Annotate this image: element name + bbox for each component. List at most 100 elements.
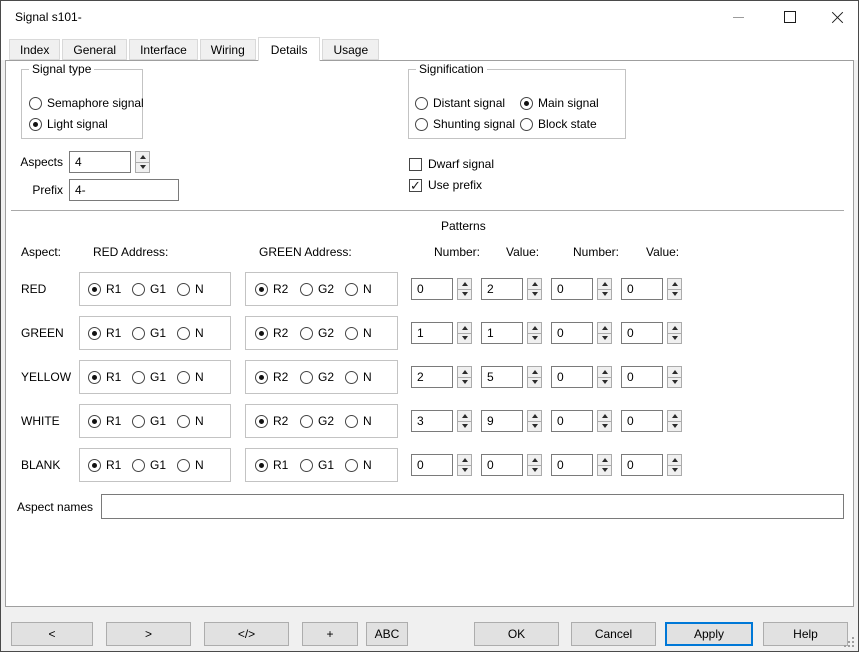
radio-option[interactable]: G2 [300, 282, 334, 296]
spin-down-icon[interactable] [667, 421, 682, 433]
radio-option[interactable]: R2 [255, 326, 288, 340]
radio-option[interactable]: G2 [300, 370, 334, 384]
number1-spinner[interactable] [457, 278, 472, 300]
number2-spinner[interactable] [597, 410, 612, 432]
number1-spinner[interactable] [457, 322, 472, 344]
add-button[interactable]: + [302, 622, 358, 646]
number1-input[interactable]: 1 [411, 322, 453, 344]
radio-option[interactable]: G2 [300, 326, 334, 340]
radio-option[interactable]: N [177, 326, 204, 340]
value1-spinner[interactable] [527, 322, 542, 344]
radio-option[interactable]: R1 [255, 458, 288, 472]
spin-down-icon[interactable] [527, 421, 542, 433]
value2-input[interactable]: 0 [621, 410, 663, 432]
value1-spinner[interactable] [527, 366, 542, 388]
radio-shunting-signal[interactable]: Shunting signal [415, 117, 515, 131]
spin-down-icon[interactable] [527, 377, 542, 389]
radio-option[interactable]: N [345, 458, 372, 472]
tab-index[interactable]: Index [9, 39, 60, 60]
radio-option[interactable]: G2 [300, 414, 334, 428]
number2-spinner[interactable] [597, 454, 612, 476]
number2-input[interactable]: 0 [551, 454, 593, 476]
value2-spinner[interactable] [667, 454, 682, 476]
number1-spinner[interactable] [457, 454, 472, 476]
spin-down-icon[interactable] [597, 289, 612, 301]
spin-down-icon[interactable] [667, 377, 682, 389]
cancel-button[interactable]: Cancel [571, 622, 656, 646]
number1-input[interactable]: 3 [411, 410, 453, 432]
spin-down-icon[interactable] [457, 333, 472, 345]
radio-option[interactable]: N [177, 414, 204, 428]
spin-down-icon[interactable] [527, 465, 542, 477]
number1-spinner[interactable] [457, 366, 472, 388]
close-button[interactable] [814, 1, 859, 33]
maximize-button[interactable] [767, 1, 813, 33]
spin-down-icon[interactable] [457, 377, 472, 389]
radio-option[interactable]: G1 [132, 282, 166, 296]
radio-main-signal[interactable]: Main signal [520, 96, 599, 110]
radio-option[interactable]: R2 [255, 370, 288, 384]
radio-option[interactable]: R1 [88, 370, 121, 384]
number2-input[interactable]: 0 [551, 410, 593, 432]
number1-input[interactable]: 0 [411, 454, 453, 476]
spin-down-icon[interactable] [667, 333, 682, 345]
value2-spinner[interactable] [667, 278, 682, 300]
value2-spinner[interactable] [667, 322, 682, 344]
value2-spinner[interactable] [667, 366, 682, 388]
radio-option[interactable]: G1 [300, 458, 334, 472]
spin-down-icon[interactable] [667, 289, 682, 301]
prev-button[interactable]: < [11, 622, 93, 646]
value1-spinner[interactable] [527, 454, 542, 476]
radio-option[interactable]: N [177, 282, 204, 296]
radio-distant-signal[interactable]: Distant signal [415, 96, 505, 110]
code-button[interactable]: </> [204, 622, 289, 646]
spin-down-icon[interactable] [527, 289, 542, 301]
spin-down-icon[interactable] [597, 465, 612, 477]
spin-down-icon[interactable] [667, 465, 682, 477]
abc-button[interactable]: ABC [366, 622, 408, 646]
radio-option[interactable]: G1 [132, 458, 166, 472]
value1-input[interactable]: 5 [481, 366, 523, 388]
value2-input[interactable]: 0 [621, 366, 663, 388]
help-button[interactable]: Help [763, 622, 848, 646]
minimize-button[interactable] [715, 1, 761, 33]
spin-down-icon[interactable] [597, 377, 612, 389]
number1-spinner[interactable] [457, 410, 472, 432]
tab-wiring[interactable]: Wiring [200, 39, 256, 60]
number2-input[interactable]: 0 [551, 322, 593, 344]
tab-interface[interactable]: Interface [129, 39, 198, 60]
radio-block-state[interactable]: Block state [520, 117, 597, 131]
tab-usage[interactable]: Usage [322, 39, 379, 60]
number2-input[interactable]: 0 [551, 278, 593, 300]
radio-option[interactable]: R1 [88, 282, 121, 296]
spin-down-icon[interactable] [457, 421, 472, 433]
number2-spinner[interactable] [597, 322, 612, 344]
prefix-input[interactable]: 4- [69, 179, 179, 201]
spin-down-icon[interactable] [597, 333, 612, 345]
tab-general[interactable]: General [62, 39, 127, 60]
spin-down-icon[interactable] [135, 162, 150, 174]
number2-input[interactable]: 0 [551, 366, 593, 388]
resize-grip[interactable] [852, 645, 854, 647]
value1-input[interactable]: 2 [481, 278, 523, 300]
radio-light-signal[interactable]: Light signal [29, 117, 108, 131]
radio-option[interactable]: R1 [88, 458, 121, 472]
aspects-spinner[interactable] [135, 151, 150, 173]
spin-down-icon[interactable] [457, 465, 472, 477]
value1-input[interactable]: 1 [481, 322, 523, 344]
radio-option[interactable]: N [345, 414, 372, 428]
apply-button[interactable]: Apply [665, 622, 753, 646]
value1-spinner[interactable] [527, 410, 542, 432]
value2-input[interactable]: 0 [621, 322, 663, 344]
number1-input[interactable]: 2 [411, 366, 453, 388]
radio-option[interactable]: R2 [255, 414, 288, 428]
radio-option[interactable]: N [177, 370, 204, 384]
tab-details[interactable]: Details [258, 37, 321, 61]
radio-option[interactable]: R2 [255, 282, 288, 296]
spin-down-icon[interactable] [527, 333, 542, 345]
radio-option[interactable]: N [177, 458, 204, 472]
value2-spinner[interactable] [667, 410, 682, 432]
radio-option[interactable]: N [345, 370, 372, 384]
use-prefix-checkbox[interactable]: Use prefix [409, 178, 482, 192]
value1-input[interactable]: 0 [481, 454, 523, 476]
